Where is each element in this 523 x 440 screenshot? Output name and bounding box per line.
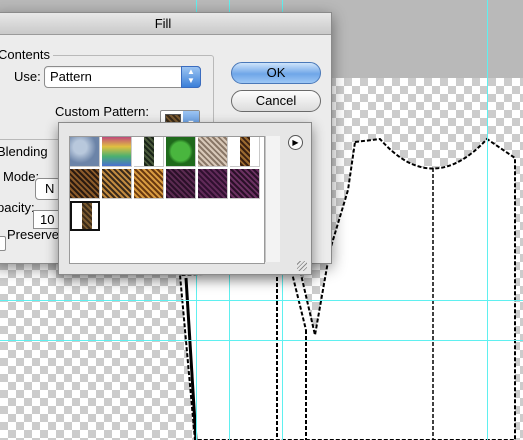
guide-horizontal[interactable] [0, 300, 523, 301]
opacity-label: pacity: [0, 200, 35, 215]
pattern-swatch-purple-mesh-3[interactable] [230, 169, 260, 199]
popup-scrollbar[interactable] [265, 136, 280, 262]
pattern-swatch-brown-stripe-narrow[interactable] [230, 137, 260, 167]
use-select-value: Pattern [50, 69, 92, 84]
pattern-swatch-lace[interactable] [198, 137, 228, 167]
right-arrow-circle-icon[interactable]: ▶ [288, 135, 303, 150]
preserve-label: Preserve [7, 227, 60, 242]
pattern-swatch-tie-dye[interactable] [102, 137, 132, 167]
opacity-value: 10 [40, 212, 55, 227]
pattern-swatch-orange-weave[interactable] [134, 169, 164, 199]
mode-select-value: N [45, 181, 55, 196]
pattern-swatch-gold-fabric[interactable] [102, 169, 132, 199]
pattern-swatch-purple-mesh-1[interactable] [166, 169, 196, 199]
pattern-swatch-purple-mesh-2[interactable] [198, 169, 228, 199]
updown-arrows-icon: ▲ ▼ [181, 66, 201, 88]
contents-group-label: Contents [0, 47, 54, 62]
ok-button[interactable]: OK [231, 62, 321, 84]
preserve-transparency-checkbox[interactable] [0, 236, 6, 251]
blending-group-label: Blending [0, 144, 48, 159]
dialog-title[interactable]: Fill [0, 13, 331, 35]
pattern-swatch-dark-weave[interactable] [134, 137, 164, 167]
resize-grip-icon[interactable] [297, 261, 307, 271]
mode-label: Mode: [3, 169, 40, 184]
guide-horizontal[interactable] [0, 340, 523, 341]
pattern-grid [69, 136, 265, 264]
pattern-swatch-green-sphere[interactable] [166, 137, 196, 167]
guide-vertical[interactable] [487, 0, 488, 440]
pattern-swatch-selected-pattern[interactable] [70, 201, 100, 231]
cancel-button[interactable]: Cancel [231, 90, 321, 112]
custom-pattern-label: Custom Pattern: [55, 104, 149, 119]
pattern-swatch-brown-texture[interactable] [70, 169, 100, 199]
use-label: Use: [14, 69, 41, 84]
use-select[interactable]: Pattern ▲ ▼ [44, 66, 201, 88]
pattern-picker-popup: ▶ [58, 122, 312, 275]
pattern-swatch-bubbles[interactable] [70, 137, 100, 167]
